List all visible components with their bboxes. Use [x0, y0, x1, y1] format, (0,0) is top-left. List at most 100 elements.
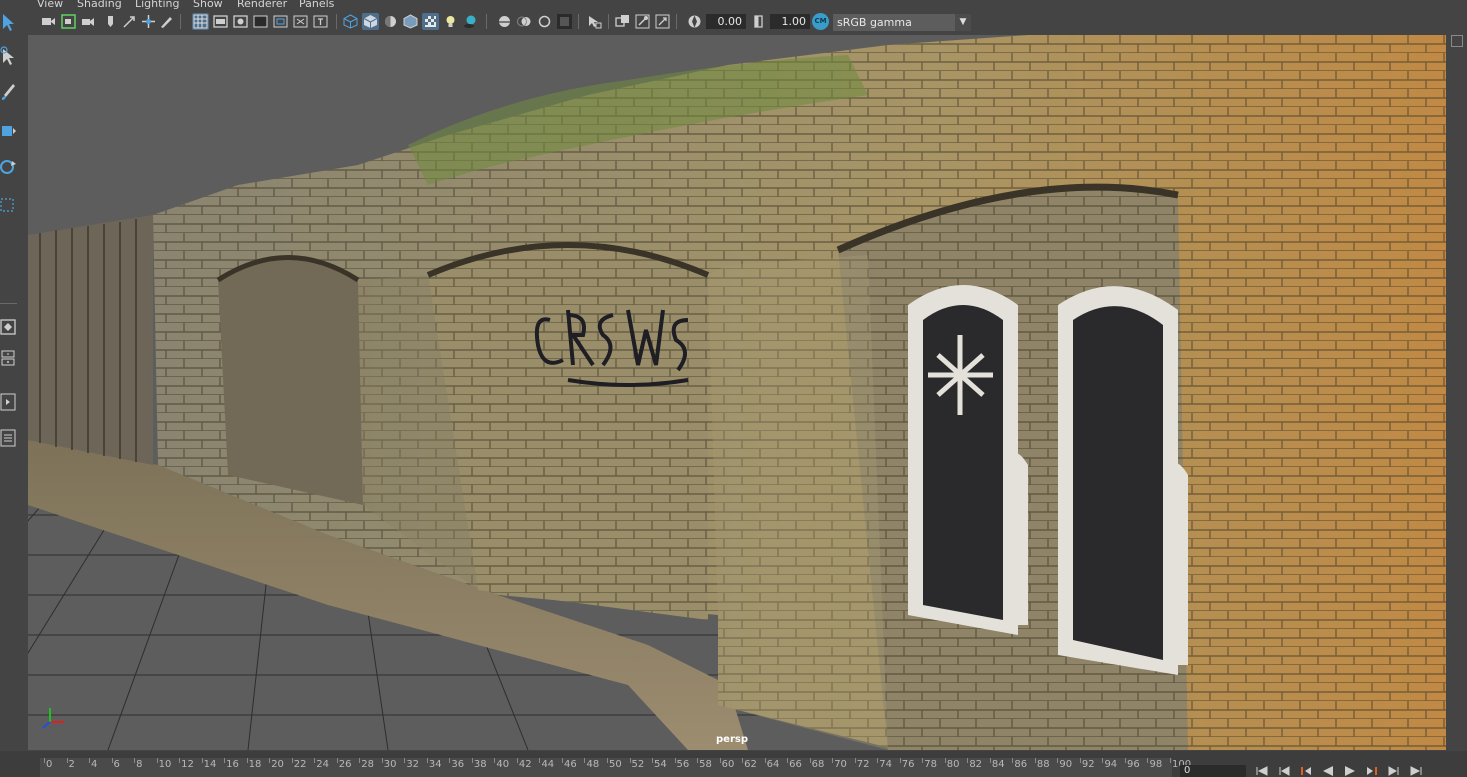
- four-view-layout-icon[interactable]: [0, 347, 17, 369]
- paint-select-tool-icon[interactable]: [0, 81, 17, 103]
- timeline-tick: [1147, 758, 1149, 763]
- menu-panels[interactable]: Panels: [299, 0, 334, 10]
- time-slider[interactable]: 0 2 4 6 8 10 12 14 16 18 20 22 24 26 28 30 32 34 36 38 40 42 4…: [0, 751, 1467, 777]
- bookmark-camera-icon[interactable]: [80, 13, 97, 30]
- outliner-layout-icon[interactable]: [0, 427, 17, 449]
- timeline-tick: [989, 758, 991, 763]
- color-space-dropdown[interactable]: sRGB gamma ▼: [833, 14, 971, 31]
- timeline-tick-label: 22: [293, 759, 307, 770]
- exposure-field[interactable]: 0.00: [706, 14, 746, 29]
- select-tool-icon[interactable]: [0, 11, 17, 33]
- menu-show[interactable]: Show: [193, 0, 223, 10]
- exposure-icon[interactable]: [686, 13, 703, 30]
- chevron-down-icon: ▼: [955, 14, 971, 31]
- field-chart-icon[interactable]: [272, 13, 289, 30]
- timeline-tick: [584, 758, 586, 763]
- pin-icon[interactable]: [102, 13, 119, 30]
- playback-controls: [1254, 765, 1444, 777]
- wireframe-on-shaded-icon[interactable]: [402, 13, 419, 30]
- gamma-icon[interactable]: [750, 13, 767, 30]
- timeline-tick: [1079, 758, 1081, 763]
- step-forward-key-icon[interactable]: [1386, 765, 1402, 777]
- timeline-tick-label: 88: [1036, 759, 1050, 770]
- textured-icon[interactable]: [422, 13, 439, 30]
- color-management-toggle[interactable]: CM: [812, 13, 829, 30]
- toolbar-separator: [336, 14, 337, 29]
- xray-icon[interactable]: [614, 13, 631, 30]
- safe-action-icon[interactable]: [292, 13, 309, 30]
- timeline-tick: [291, 758, 293, 763]
- color-management-badge: CM: [814, 17, 827, 25]
- timeline-tick: [224, 758, 226, 763]
- multisample-aa-icon[interactable]: [536, 13, 553, 30]
- timeline-tick: [426, 758, 428, 763]
- timeline-tick: [449, 758, 451, 763]
- menu-renderer[interactable]: Renderer: [237, 0, 287, 10]
- timeline-tick-label: 90: [1059, 759, 1073, 770]
- timeline-tick-label: 78: [924, 759, 937, 770]
- viewport-menubar: View Shading Lighting Show Renderer Pane…: [0, 0, 1467, 10]
- step-back-key-icon[interactable]: [1276, 765, 1292, 777]
- default-material-icon[interactable]: [382, 13, 399, 30]
- play-backward-icon[interactable]: [1320, 765, 1336, 777]
- timeline-tick-label: 24: [316, 759, 329, 770]
- timeline-tick-label: 72: [856, 759, 870, 770]
- step-forward-frame-icon[interactable]: [1364, 765, 1380, 777]
- transform-icon[interactable]: [140, 13, 157, 30]
- step-back-frame-icon[interactable]: [1298, 765, 1314, 777]
- xray-joints-icon[interactable]: [634, 13, 651, 30]
- wireframe-icon[interactable]: [342, 13, 359, 30]
- menu-lighting[interactable]: Lighting: [135, 0, 179, 10]
- isolate-select-icon[interactable]: [586, 13, 603, 30]
- gamma-field[interactable]: 1.00: [770, 14, 810, 29]
- screen-space-ao-icon[interactable]: [496, 13, 513, 30]
- pick-walk-icon[interactable]: [120, 13, 137, 30]
- timeline-tick-label: 10: [158, 759, 172, 770]
- timeline-tick: [1170, 758, 1171, 763]
- timeline-tick: [201, 758, 203, 763]
- smooth-shade-icon[interactable]: [362, 13, 379, 30]
- timeline-tick-label: 50: [609, 759, 622, 770]
- film-gate-icon[interactable]: [212, 13, 229, 30]
- timeline-tick: [381, 758, 383, 763]
- grid-icon[interactable]: [192, 13, 209, 30]
- go-to-end-icon[interactable]: [1408, 765, 1424, 777]
- camera-attributes-icon[interactable]: [60, 13, 77, 30]
- motion-blur-icon[interactable]: [516, 13, 533, 30]
- use-all-lights-icon[interactable]: [442, 13, 459, 30]
- perspective-viewport[interactable]: persp: [28, 35, 1446, 750]
- timeline-tick-label: 26: [338, 759, 352, 770]
- move-tool-icon[interactable]: [0, 119, 17, 141]
- go-to-start-icon[interactable]: [1254, 765, 1270, 777]
- rotate-tool-icon[interactable]: [0, 155, 17, 177]
- timeline-tick-label: 66: [789, 759, 802, 770]
- play-forward-icon[interactable]: [1342, 765, 1358, 777]
- single-layout-icon[interactable]: [0, 316, 17, 338]
- safe-title-icon[interactable]: [312, 13, 329, 30]
- depth-of-field-icon[interactable]: [556, 13, 573, 30]
- timeline-tick-label: 82: [969, 759, 983, 770]
- toolbar-separator: [486, 14, 487, 29]
- current-frame-field[interactable]: 0: [1180, 765, 1246, 777]
- timeline-tick: [494, 758, 496, 763]
- menu-view[interactable]: View: [37, 0, 63, 10]
- gate-mask-icon[interactable]: [252, 13, 269, 30]
- camera-icon[interactable]: [40, 13, 57, 30]
- time-ruler[interactable]: 0 2 4 6 8 10 12 14 16 18 20 22 24 26 28 30 32 34 36 38 40 42 4…: [40, 758, 1191, 777]
- grease-pencil-icon[interactable]: [158, 13, 175, 30]
- timeline-tick-label: 46: [563, 759, 577, 770]
- scale-tool-icon[interactable]: [0, 193, 17, 215]
- lasso-tool-icon[interactable]: [0, 45, 17, 67]
- side-by-side-layout-icon[interactable]: [0, 391, 17, 413]
- timeline-tick: [269, 758, 271, 763]
- brick-pillar: [708, 255, 888, 750]
- timeline-tick: [629, 758, 631, 763]
- menu-shading[interactable]: Shading: [77, 0, 122, 10]
- shadows-icon[interactable]: [462, 13, 479, 30]
- timeline-tick: [764, 758, 766, 763]
- panel-toggle-icon[interactable]: [1451, 35, 1463, 47]
- timeline-tick-label: 56: [676, 759, 690, 770]
- timeline-tick-label: 8: [136, 759, 143, 770]
- xray-components-icon[interactable]: [654, 13, 671, 30]
- resolution-gate-icon[interactable]: [232, 13, 249, 30]
